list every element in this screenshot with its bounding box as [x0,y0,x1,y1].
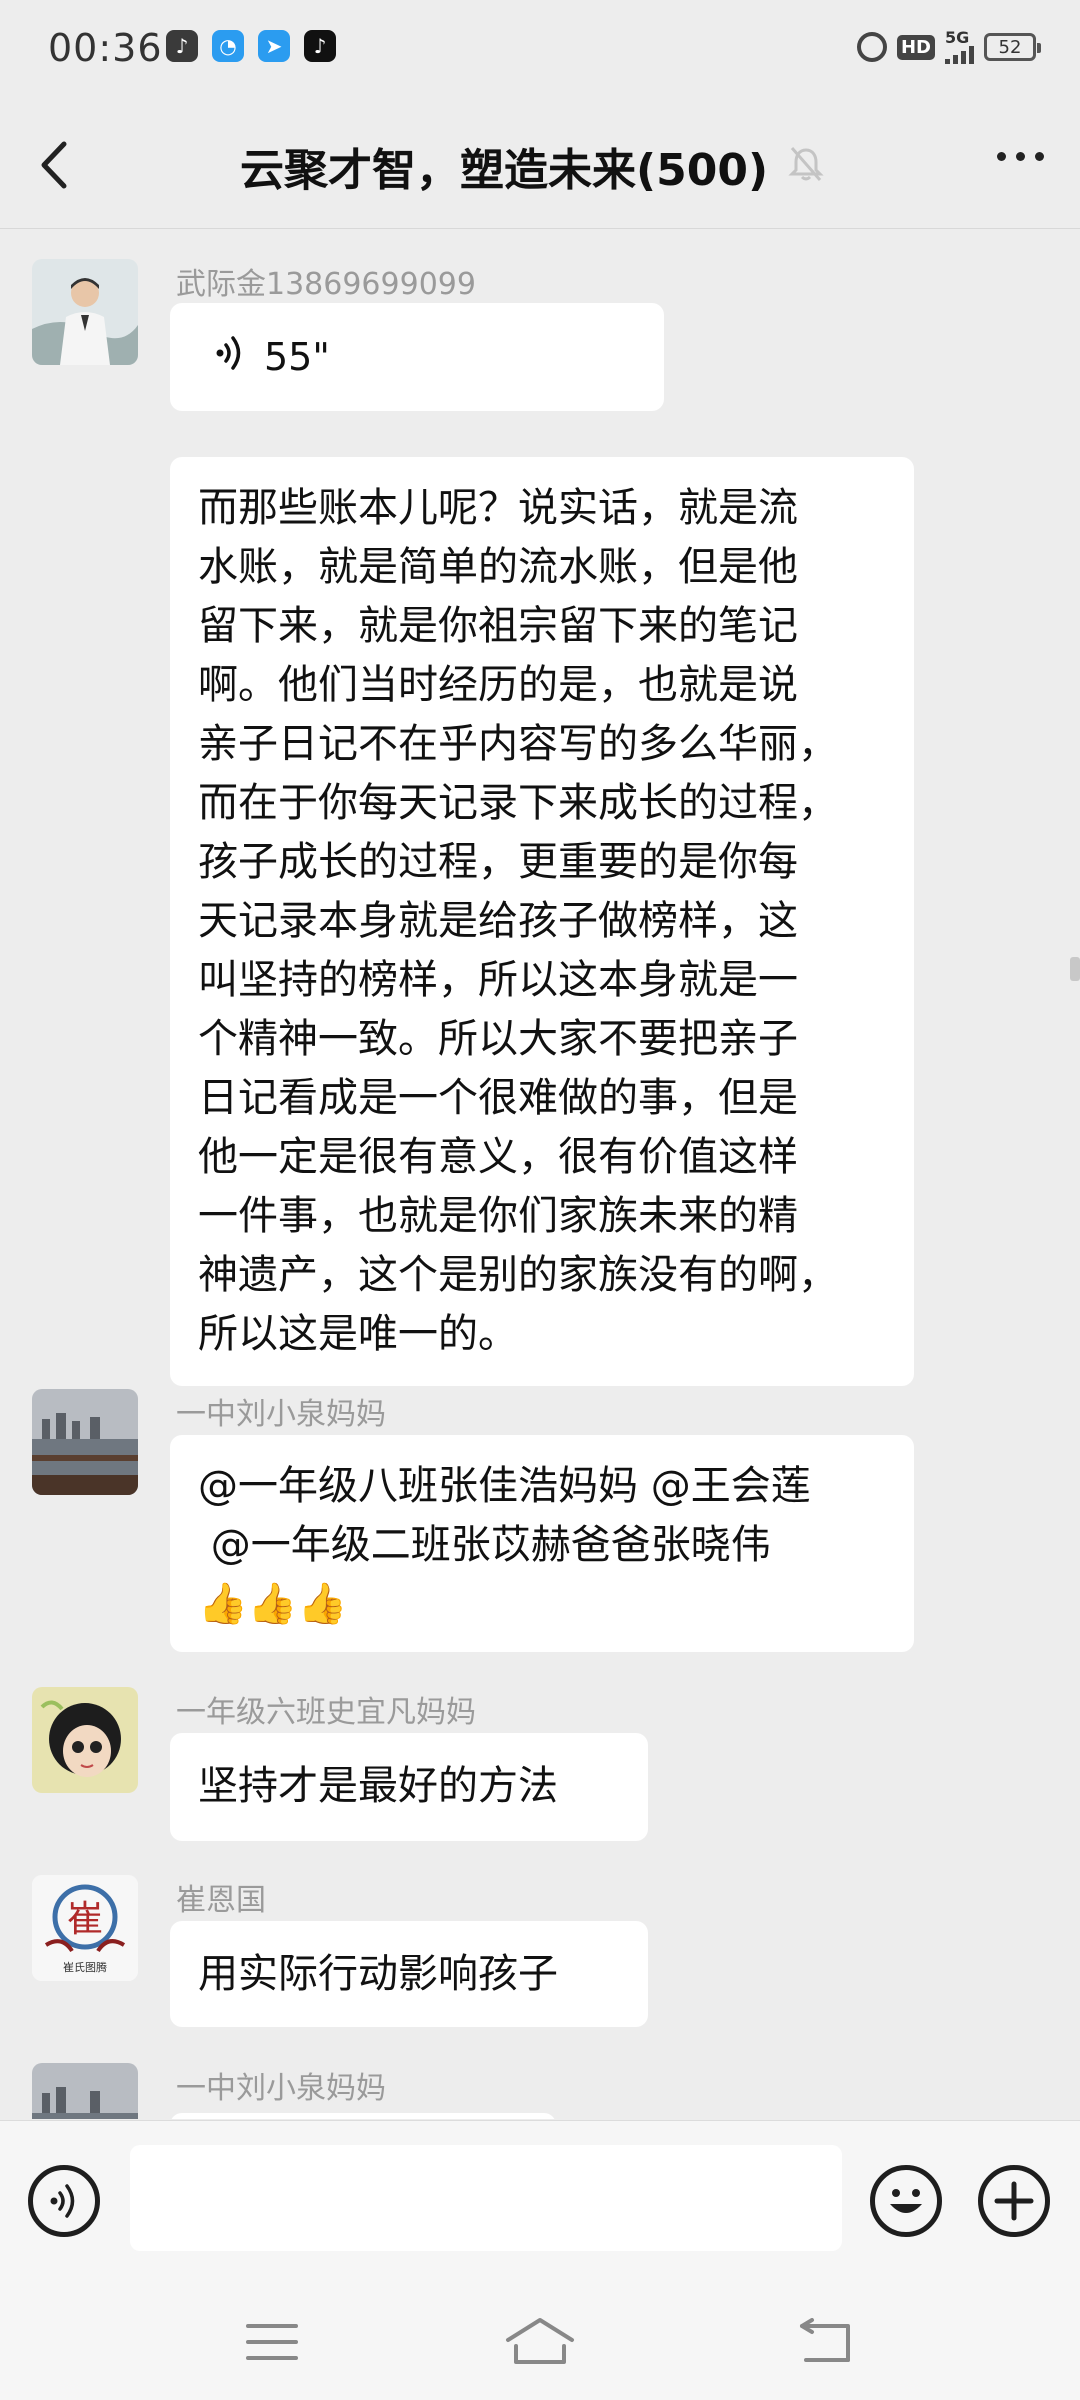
clock-time: 00:36 [48,26,163,70]
avatar[interactable] [32,1687,138,1793]
back-arrow-icon[interactable] [796,2318,852,2368]
thumbs-up-emoji: 👍👍👍 [198,1581,348,1627]
status-bar: 00:36 ♪ ◔ ➤ ♪ HD 5G 52 [0,0,1080,100]
message-line: 水账，就是简单的流水账，但是他 [198,544,798,590]
message-input-bar [0,2120,1080,2283]
text-message-bubble[interactable]: 坚持才是最好的方法 [170,1733,648,1841]
message-line: 所以这是唯一的。 [198,1311,518,1357]
svg-text:崔: 崔 [67,1899,103,1940]
text-message-bubble[interactable] [170,2113,556,2119]
message-line: 亲子日记不在乎内容写的多么华丽， [198,721,838,767]
browser-icon: ◔ [212,30,244,62]
chevron-left-icon[interactable] [34,138,74,192]
voice-message-bubble[interactable]: 55" [170,303,664,411]
text-message-bubble[interactable]: @一年级八班张佳浩妈妈 @王会莲 @一年级二班张苡赫爸爸张晓伟 👍👍👍 [170,1435,914,1652]
signal-icon [945,46,974,64]
message-line: 神遗产，这个是别的家族没有的啊， [198,1252,838,1298]
voice-duration: 55" [264,335,330,379]
home-icon[interactable] [504,2316,576,2370]
avatar[interactable] [32,2063,138,2119]
sender-name: 一年级六班史宜凡妈妈 [176,1695,476,1730]
message-list[interactable]: 武际金13869699099 55" 而那些账本儿呢？说实话，就是流 水账，就是… [0,229,1080,2119]
sender-name: 一中刘小泉妈妈 [176,1397,386,1432]
message-line: 孩子成长的过程，更重要的是你每 [198,839,798,885]
tiktok-icon: ♪ [304,30,336,62]
mention-line: @一年级八班张佳浩妈妈 @王会莲 [198,1463,811,1509]
scroll-indicator[interactable] [1070,957,1080,981]
avatar-caption: 崔氏图腾 [63,1960,107,1974]
mail-send-icon: ➤ [258,30,290,62]
message-line: 他一定是很有意义，很有价值这样 [198,1134,798,1180]
avatar[interactable] [32,259,138,365]
text-message-bubble[interactable]: 而那些账本儿呢？说实话，就是流 水账，就是简单的流水账，但是他 留下来，就是你祖… [170,457,914,1386]
message-line: 而在于你每天记录下来成长的过程， [198,780,838,826]
plus-circle-icon[interactable] [978,2165,1050,2237]
hd-badge: HD [896,34,935,60]
message-line: 叫坚持的榜样，所以这本身就是一 [198,957,798,1003]
emoji-smile-icon[interactable] [870,2165,942,2237]
chat-title: 云聚才智，塑造未来(500) [240,145,769,196]
message-line: 留下来，就是你祖宗留下来的笔记 [198,603,798,649]
system-navigation-bar [0,2282,1080,2400]
message-line: 个精神一致。所以大家不要把亲子 [198,1016,798,1062]
more-dots-icon[interactable] [997,152,1044,161]
network-type-label: 5G [945,28,970,47]
battery-level: 52 [998,36,1022,58]
chat-header: 云聚才智，塑造未来(500) [0,100,1080,228]
avatar[interactable] [32,1389,138,1495]
notification-icons: ♪ ◔ ➤ ♪ [166,30,336,62]
sender-name: 崔恩国 [176,1883,266,1918]
message-line: 一件事，也就是你们家族未来的精 [198,1193,798,1239]
bell-muted-icon [786,144,826,188]
message-text: 用实际行动影响孩子 [198,1951,558,1997]
message-text: 坚持才是最好的方法 [198,1763,558,1809]
voice-wave-icon [212,333,248,382]
chat-title-group: 云聚才智，塑造未来(500) [240,134,826,198]
menu-lines-icon[interactable] [246,2322,298,2366]
mention-line: @一年级二班张苡赫爸爸张晓伟 [198,1522,771,1568]
system-status-icons: HD 5G 52 [856,28,1041,64]
text-message-bubble[interactable]: 用实际行动影响孩子 [170,1921,648,2027]
sender-name: 一中刘小泉妈妈 [176,2071,386,2106]
message-line: 日记看成是一个很难做的事，但是 [198,1075,798,1121]
message-input[interactable] [130,2145,842,2251]
message-line: 天记录本身就是给孩子做榜样，这 [198,898,798,944]
message-line: 啊。他们当时经历的是，也就是说 [198,662,798,708]
battery-icon: 52 [984,33,1041,61]
message-line: 而那些账本儿呢？说实话，就是流 [198,485,798,531]
alarm-icon [856,32,887,62]
sender-name: 武际金13869699099 [176,267,476,302]
music-note-icon: ♪ [166,30,198,62]
avatar[interactable]: 崔 崔氏图腾 [32,1875,138,1981]
voice-input-icon[interactable] [28,2165,100,2237]
